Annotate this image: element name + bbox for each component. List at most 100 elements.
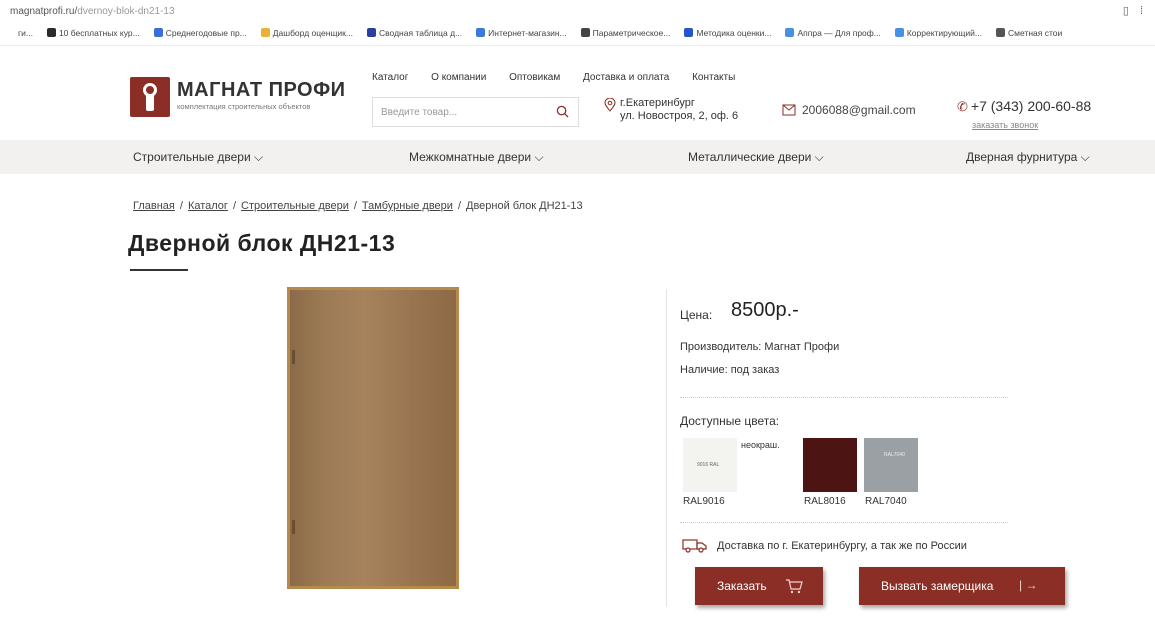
bookmark-label: Сводная таблица д... xyxy=(378,28,463,38)
shop-icon xyxy=(476,28,486,37)
breadcrumb-catalog[interactable]: Каталог xyxy=(188,200,228,212)
cart-icon xyxy=(786,579,803,594)
logo-tagline: комплектация строительных объектов xyxy=(177,102,311,111)
window-controls[interactable]: ▯ ⁞ xyxy=(1123,4,1147,17)
page-title: Дверной блок ДН21-13 xyxy=(128,230,396,256)
search-input[interactable] xyxy=(373,98,543,126)
breadcrumb-separator: / xyxy=(457,200,461,212)
logo-title: МАГНАТ ПРОФИ xyxy=(177,79,346,101)
bookmark-item[interactable]: Сводная таблица д... xyxy=(366,28,463,38)
manufacturer: Производитель: Магнат Профи xyxy=(680,341,840,353)
truck-icon xyxy=(682,539,707,553)
category-interior-doors[interactable]: Межкомнатные двери ⌵ xyxy=(409,150,544,165)
logo[interactable]: МАГНАТ ПРОФИ комплектация строительных о… xyxy=(130,77,370,121)
address-city: г.Екатеринбург xyxy=(620,97,695,109)
phone-text: +7 (343) 200-60-88 xyxy=(970,98,1092,114)
breadcrumb-separator: / xyxy=(232,200,236,212)
call-measurer-button[interactable]: Вызвать замерщика | → xyxy=(859,567,1065,605)
bookmarks-bar: ги... 10 бесплатных кур... Среднегодовые п… xyxy=(0,22,1155,46)
divider xyxy=(680,397,1008,398)
bookmark-item[interactable]: Дашборд оценщик... xyxy=(260,28,353,38)
color-swatch-ral8016[interactable] xyxy=(803,438,857,492)
course-icon xyxy=(46,28,56,37)
order-button[interactable]: Заказать xyxy=(695,567,823,605)
bookmark-label: 10 бесплатных кур... xyxy=(58,28,140,38)
bookmark-label: Параметрическое... xyxy=(592,28,671,38)
nav-catalog[interactable]: Каталог xyxy=(372,72,408,83)
a-icon xyxy=(785,28,795,37)
bookmark-label: Интернет-магазин... xyxy=(488,28,567,38)
phone-icon: ✆ xyxy=(957,99,968,114)
bookmark-label: Сметная стои xyxy=(1008,28,1063,38)
category-label: Дверная фурнитура xyxy=(966,150,1078,164)
table-icon xyxy=(366,28,376,37)
category-metal-doors[interactable]: Металлические двери ⌵ xyxy=(688,150,824,165)
asterisk-icon xyxy=(153,28,163,37)
nav-about[interactable]: О компании xyxy=(431,72,486,83)
search-box xyxy=(372,97,579,127)
title-underline xyxy=(130,269,188,271)
breadcrumb-separator: / xyxy=(179,200,183,212)
callback-link[interactable]: заказать звонок xyxy=(972,120,1038,130)
mail-icon xyxy=(782,104,796,116)
keyhole-logo-icon xyxy=(130,77,170,117)
breadcrumb-home[interactable]: Главная xyxy=(133,200,175,212)
chevron-down-icon: ⌵ xyxy=(534,150,544,164)
category-construction-doors[interactable]: Строительные двери ⌵ xyxy=(133,150,263,165)
doc-icon xyxy=(580,28,590,37)
chevron-down-icon: ⌵ xyxy=(254,150,264,164)
phone[interactable]: ✆ +7 (343) 200-60-88 xyxy=(957,98,1091,115)
nav-contacts[interactable]: Контакты xyxy=(692,72,735,83)
url-path: dvernoy-blok-dn21-13 xyxy=(77,6,175,17)
bookmark-label: ги... xyxy=(18,28,33,38)
bookmark-item[interactable]: Корректирующий... xyxy=(894,28,982,38)
nav-wholesale[interactable]: Оптовикам xyxy=(509,72,560,83)
url-bar[interactable]: magnatprofi.ru/dvernoy-blok-dn21-13 ▯ ⁞ xyxy=(0,0,1155,22)
nav-delivery[interactable]: Доставка и оплата xyxy=(583,72,669,83)
category-door-hardware[interactable]: Дверная фурнитура ⌵ xyxy=(966,150,1090,165)
breadcrumb-section[interactable]: Строительные двери xyxy=(241,200,349,212)
breadcrumb: Главная / Каталог / Строительные двери / Тамбу… xyxy=(133,200,583,212)
url-host: magnatprofi.ru/ xyxy=(10,6,78,17)
divider xyxy=(666,289,667,607)
bookmark-item[interactable]: Интернет-магазин... xyxy=(476,28,567,38)
swatch-tag: RAL7040 xyxy=(884,452,905,458)
product-image-door[interactable] xyxy=(287,287,459,589)
category-label: Металлические двери xyxy=(688,150,812,164)
category-bar: Строительные двери ⌵ Межкомнатные двери … xyxy=(0,140,1155,174)
bookmark-item[interactable]: Среднегодовые пр... xyxy=(153,28,247,38)
color-swatch-ral7040[interactable]: RAL7040 xyxy=(864,438,918,492)
search-icon[interactable] xyxy=(556,105,569,118)
color-swatch-ral9016[interactable]: 9016 RAL xyxy=(683,438,737,492)
email-text: 2006088@gmail.com xyxy=(802,103,916,117)
calc-icon xyxy=(996,28,1006,37)
chevron-down-icon: ⌵ xyxy=(1080,150,1090,164)
s-icon xyxy=(684,28,694,37)
bookmark-item[interactable]: Параметрическое... xyxy=(580,28,671,38)
bookmark-item[interactable]: Сметная стои xyxy=(996,28,1062,38)
swatch-label: RAL8016 xyxy=(804,496,846,507)
email[interactable]: 2006088@gmail.com xyxy=(782,103,916,117)
delivery-text: Доставка по г. Екатеринбургу, а так же п… xyxy=(717,540,967,552)
availability: Наличие: под заказ xyxy=(680,364,780,376)
order-button-label: Заказать xyxy=(717,579,767,593)
category-label: Межкомнатные двери xyxy=(409,150,532,164)
bookmark-label: Аппра — Для проф... xyxy=(797,28,881,38)
price-value: 8500р.- xyxy=(731,299,799,321)
a-icon xyxy=(894,28,904,37)
bookmark-label: Дашборд оценщик... xyxy=(272,28,353,38)
chevron-down-icon: ⌵ xyxy=(814,150,824,164)
address-street: ул. Новостроя, 2, оф. 6 xyxy=(620,110,739,122)
breadcrumb-subsection[interactable]: Тамбурные двери xyxy=(362,200,453,212)
divider xyxy=(680,522,1008,523)
door-hinge xyxy=(292,520,295,534)
none-icon xyxy=(6,28,15,37)
top-nav: Каталог О компании Оптовикам Доставка и … xyxy=(372,72,755,83)
bookmark-item[interactable]: Методика оценки... xyxy=(684,28,771,38)
bookmark-item[interactable]: 10 бесплатных кур... xyxy=(46,28,140,38)
colors-title: Доступные цвета: xyxy=(680,414,780,428)
bookmark-label: Среднегодовые пр... xyxy=(165,28,247,38)
bookmark-item[interactable]: Аппра — Для проф... xyxy=(785,28,881,38)
bookmark-item[interactable]: ги... xyxy=(6,28,33,38)
bookmark-label: Методика оценки... xyxy=(696,28,772,38)
